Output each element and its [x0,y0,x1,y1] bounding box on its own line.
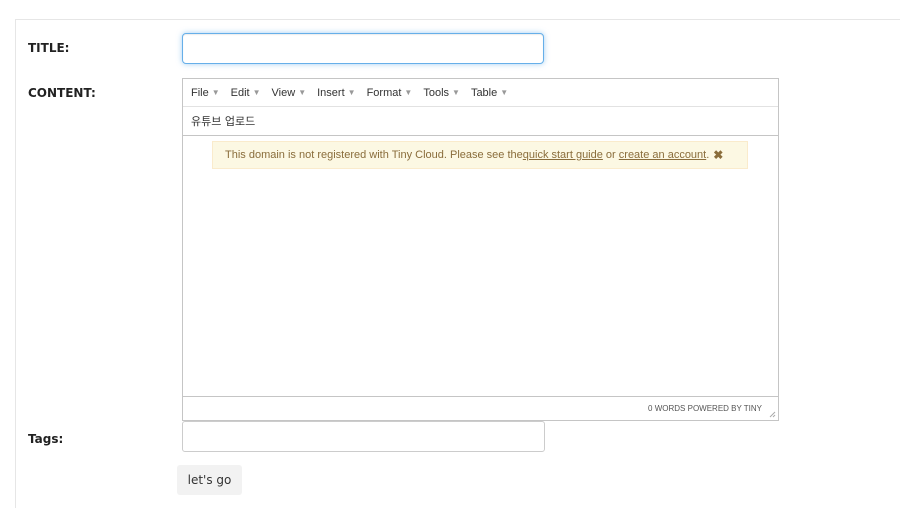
menu-insert-label: Insert [317,86,345,99]
title-label: TITLE: [28,41,70,55]
notice-text-middle: or [602,149,619,161]
editor-menubar: File ▼ Edit ▼ View ▼ Insert ▼ Format ▼ Tools ▼… [183,79,778,107]
editor-content-area[interactable]: This domain is not registered with Tiny … [183,136,778,395]
top-divider [15,19,900,20]
caret-down-icon: ▼ [404,88,413,97]
resize-handle-icon[interactable] [768,410,776,418]
submit-button[interactable]: let's go [177,465,242,495]
rich-text-editor: File ▼ Edit ▼ View ▼ Insert ▼ Format ▼ Tools ▼… [182,78,779,421]
menu-format-label: Format [366,86,402,99]
menu-tools-label: Tools [423,86,450,99]
caret-down-icon: ▼ [500,88,509,97]
notice-text-before: This domain is not registered with Tiny … [225,149,523,161]
menu-format[interactable]: Format ▼ [367,87,413,99]
menu-edit[interactable]: Edit ▼ [231,87,261,99]
quick-start-guide-link[interactable]: quick start guide [523,149,603,161]
title-input[interactable] [182,33,544,64]
tiny-cloud-notice: This domain is not registered with Tiny … [212,141,748,169]
editor-toolbar: 유튜브 업로드 [183,107,778,136]
tags-input[interactable] [182,421,545,452]
caret-down-icon: ▼ [347,88,356,97]
menu-view[interactable]: View ▼ [272,87,307,99]
caret-down-icon: ▼ [211,88,220,97]
caret-down-icon: ▼ [252,88,261,97]
menu-edit-label: Edit [230,86,250,99]
youtube-upload-button[interactable]: 유튜브 업로드 [191,113,255,129]
menu-file-label: File [191,86,209,99]
post-form-page: TITLE: CONTENT: File ▼ Edit ▼ View ▼ Insert… [0,0,900,508]
create-account-link[interactable]: create an account [619,149,706,161]
menu-tools[interactable]: Tools ▼ [423,87,460,99]
editor-statusbar: 0 WORDS POWERED BY TINY [183,396,778,420]
caret-down-icon: ▼ [452,88,460,97]
menu-table-label: Table [470,86,498,99]
caret-down-icon: ▼ [298,88,307,97]
close-icon[interactable]: ✖ [713,148,723,162]
content-label: CONTENT: [28,86,96,100]
menu-view-label: View [271,86,296,99]
notice-text-after: . [706,149,710,161]
menu-insert[interactable]: Insert ▼ [317,87,355,99]
menu-file[interactable]: File ▼ [191,87,220,99]
left-divider [15,19,16,508]
word-count-status: 0 WORDS POWERED BY TINY [648,404,762,413]
tags-label: Tags: [28,432,64,446]
menu-table[interactable]: Table ▼ [471,87,508,99]
